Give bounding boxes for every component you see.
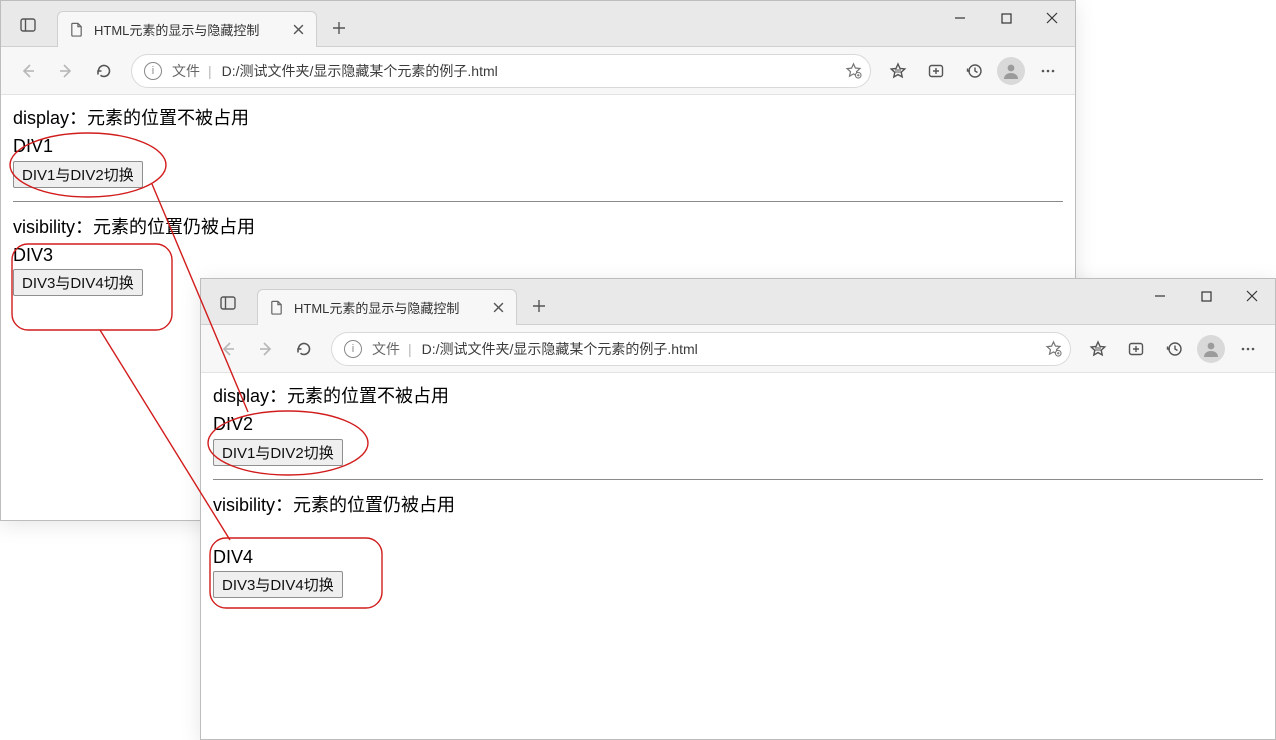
divider [13, 201, 1063, 202]
maximize-button[interactable] [1183, 279, 1229, 313]
refresh-button[interactable] [85, 52, 123, 90]
forward-button[interactable] [247, 330, 285, 368]
forward-button[interactable] [47, 52, 85, 90]
page-content: display：元素的位置不被占用 DIV1 DIV1与DIV2切换 visib… [1, 95, 1075, 307]
url-text: D:/测试文件夹/显示隐藏某个元素的例子.html [422, 339, 1037, 359]
address-bar[interactable]: i 文件 | D:/测试文件夹/显示隐藏某个元素的例子.html [331, 332, 1071, 366]
url-text: D:/测试文件夹/显示隐藏某个元素的例子.html [222, 61, 837, 81]
back-button[interactable] [9, 52, 47, 90]
toggle-div3-div4-button[interactable]: DIV3与DIV4切换 [213, 571, 343, 598]
profile-avatar[interactable] [1197, 335, 1225, 363]
history-button[interactable] [1155, 330, 1193, 368]
section2-label: visibility：元素的位置仍被占用 [213, 492, 1263, 520]
minimize-button[interactable] [1137, 279, 1183, 313]
minimize-button[interactable] [937, 1, 983, 35]
page-favicon [68, 22, 84, 38]
maximize-button[interactable] [983, 1, 1029, 35]
tab-strip: HTML元素的显示与隐藏控制 [201, 279, 1275, 325]
section1-label: display：元素的位置不被占用 [13, 105, 1063, 133]
url-scheme: 文件 [372, 339, 400, 359]
site-info-icon[interactable]: i [344, 340, 362, 358]
favorites-button[interactable] [1079, 330, 1117, 368]
tab-strip: HTML元素的显示与隐藏控制 [1, 1, 1075, 47]
favorites-icon[interactable] [845, 62, 862, 79]
refresh-button[interactable] [285, 330, 323, 368]
url-scheme: 文件 [172, 61, 200, 81]
toggle-div3-div4-button[interactable]: DIV3与DIV4切换 [13, 269, 143, 296]
address-bar[interactable]: i 文件 | D:/测试文件夹/显示隐藏某个元素的例子.html [131, 54, 871, 88]
collections-button[interactable] [917, 52, 955, 90]
close-window-button[interactable] [1029, 1, 1075, 35]
window-controls [937, 1, 1075, 35]
url-sep: | [408, 341, 412, 357]
section1-text: DIV2 [213, 411, 1263, 439]
new-tab-button[interactable] [323, 12, 355, 44]
history-button[interactable] [955, 52, 993, 90]
page-content: display：元素的位置不被占用 DIV2 DIV1与DIV2切换 visib… [201, 373, 1275, 609]
close-window-button[interactable] [1229, 279, 1275, 313]
page-favicon [268, 300, 284, 316]
section1-label: display：元素的位置不被占用 [213, 383, 1263, 411]
collections-button[interactable] [1117, 330, 1155, 368]
section2-text: DIV4 [213, 544, 1263, 572]
favorites-button[interactable] [879, 52, 917, 90]
new-tab-button[interactable] [523, 290, 555, 322]
visibility-gap [213, 520, 1263, 544]
settings-menu-button[interactable] [1029, 52, 1067, 90]
active-tab[interactable]: HTML元素的显示与隐藏控制 [57, 11, 317, 47]
site-info-icon[interactable]: i [144, 62, 162, 80]
section2-label: visibility：元素的位置仍被占用 [13, 214, 1063, 242]
window-controls [1137, 279, 1275, 313]
browser-toolbar: i 文件 | D:/测试文件夹/显示隐藏某个元素的例子.html [201, 325, 1275, 373]
toggle-div1-div2-button[interactable]: DIV1与DIV2切换 [213, 439, 343, 466]
active-tab[interactable]: HTML元素的显示与隐藏控制 [257, 289, 517, 325]
divider [213, 479, 1263, 480]
browser-window-2: HTML元素的显示与隐藏控制 i 文件 | D:/测试文件夹/显示隐藏某个 [200, 278, 1276, 740]
profile-avatar[interactable] [997, 57, 1025, 85]
settings-menu-button[interactable] [1229, 330, 1267, 368]
close-tab-icon[interactable] [290, 24, 306, 35]
back-button[interactable] [209, 330, 247, 368]
tab-actions-button[interactable] [9, 6, 47, 44]
close-tab-icon[interactable] [490, 302, 506, 313]
browser-toolbar: i 文件 | D:/测试文件夹/显示隐藏某个元素的例子.html [1, 47, 1075, 95]
section1-text: DIV1 [13, 133, 1063, 161]
section2-text: DIV3 [13, 242, 1063, 270]
toggle-div1-div2-button[interactable]: DIV1与DIV2切换 [13, 161, 143, 188]
favorites-icon[interactable] [1045, 340, 1062, 357]
tab-title: HTML元素的显示与隐藏控制 [94, 20, 280, 39]
url-sep: | [208, 63, 212, 79]
tab-title: HTML元素的显示与隐藏控制 [294, 298, 480, 317]
tab-actions-button[interactable] [209, 284, 247, 322]
